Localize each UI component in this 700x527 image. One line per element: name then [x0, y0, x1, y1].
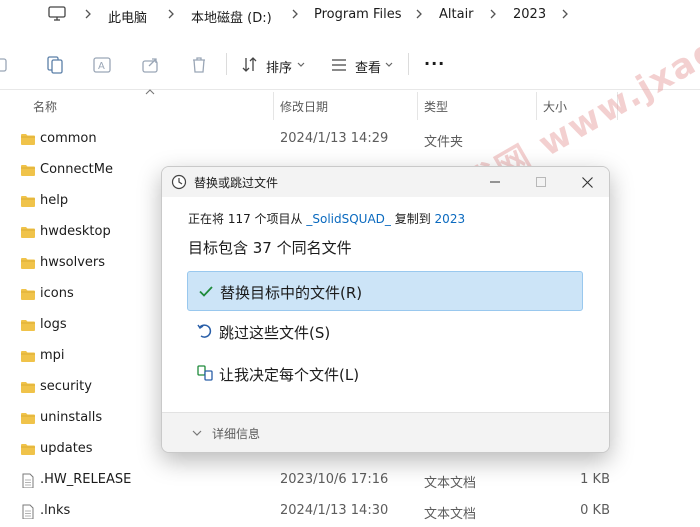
folder-icon	[21, 134, 35, 145]
breadcrumb-program-files[interactable]: Program Files	[314, 7, 402, 22]
file-name: security	[40, 379, 92, 394]
decide-icon	[197, 365, 213, 381]
folder-icon	[21, 165, 35, 176]
file-name: uninstalls	[40, 410, 103, 425]
this-pc-icon[interactable]	[48, 6, 66, 21]
file-name: help	[40, 193, 69, 208]
sort-ascending-icon	[145, 89, 155, 95]
skip-files-option[interactable]: 跳过这些文件(S)	[187, 312, 583, 352]
source-folder-link[interactable]: _SolidSQUAD_	[306, 212, 391, 226]
dialog-footer: 详细信息	[162, 412, 609, 452]
more-details-toggle[interactable]: 详细信息	[212, 425, 260, 442]
cut-icon[interactable]	[0, 55, 20, 75]
folder-icon	[21, 289, 35, 300]
file-name: ConnectMe	[40, 162, 113, 177]
check-icon	[199, 286, 213, 297]
column-header-type[interactable]: 类型	[424, 92, 448, 120]
file-name: hwsolvers	[40, 255, 106, 270]
file-name: logs	[40, 317, 67, 332]
folder-icon	[21, 320, 35, 331]
dialog-title: 替换或跳过文件	[194, 176, 279, 190]
file-type: 文件夹	[424, 135, 464, 150]
skip-files-label: 跳过这些文件(S)	[219, 324, 331, 342]
conflict-summary: 目标包含 37 个同名文件	[188, 239, 352, 257]
folder-icon	[21, 258, 35, 269]
file-name: updates	[40, 441, 93, 456]
text-file-icon	[22, 473, 34, 488]
file-row[interactable]: .HW_RELEASE 2023/10/6 17:16 文本文档 1 KB	[0, 465, 700, 496]
folder-row[interactable]: common 2024/1/13 14:29 文件夹	[0, 124, 700, 155]
share-icon[interactable]	[141, 55, 161, 75]
chevron-down-icon[interactable]	[384, 60, 394, 70]
folder-icon	[21, 351, 35, 362]
file-name: hwdesktop	[40, 224, 111, 239]
copy-status-prefix: 正在将 117 个项目从	[188, 212, 307, 226]
destination-folder-link[interactable]: 2023	[435, 212, 466, 226]
breadcrumb-altair[interactable]: Altair	[439, 7, 474, 22]
svg-text:A: A	[98, 61, 105, 72]
minimize-button[interactable]	[472, 167, 518, 197]
sort-icon[interactable]	[240, 55, 260, 75]
column-header-name[interactable]: 名称	[33, 92, 57, 120]
decide-each-file-label: 让我决定每个文件(L)	[219, 366, 360, 384]
file-name: icons	[40, 286, 74, 301]
chevron-right-icon[interactable]	[488, 8, 498, 20]
file-name: .lnks	[40, 503, 71, 518]
file-date: 2024/1/13 14:29	[280, 131, 389, 146]
chevron-right-icon[interactable]	[83, 8, 93, 20]
chevron-right-icon[interactable]	[290, 8, 300, 20]
text-file-icon	[22, 504, 34, 519]
folder-icon	[21, 227, 35, 238]
breadcrumb-2023[interactable]: 2023	[513, 7, 546, 22]
dialog-body: 正在将 117 个项目从 _SolidSQUAD_ 复制到 2023 目标包含 …	[162, 197, 609, 412]
view-icon[interactable]	[329, 55, 349, 75]
replace-or-skip-dialog: 替换或跳过文件 正在将 117 个项目从 _SolidSQUAD_ 复制到 20…	[161, 166, 610, 453]
chevron-right-icon[interactable]	[166, 8, 176, 20]
close-icon	[582, 177, 593, 188]
sort-button[interactable]: 排序	[266, 57, 292, 76]
close-button[interactable]	[564, 167, 609, 197]
folder-icon	[21, 382, 35, 393]
view-button[interactable]: 查看	[355, 57, 381, 76]
file-row[interactable]: .lnks 2024/1/13 14:30 文本文档 0 KB	[0, 496, 700, 527]
rename-icon[interactable]: A	[92, 55, 112, 75]
skip-icon	[197, 324, 212, 338]
breadcrumb-this-pc[interactable]: 此电脑	[108, 7, 147, 26]
address-bar[interactable]: 此电脑 本地磁盘 (D:) Program Files Altair 2023	[0, 0, 700, 30]
breadcrumb-drive-d[interactable]: 本地磁盘 (D:)	[191, 7, 272, 26]
file-date: 2023/10/6 17:16	[280, 472, 389, 487]
maximize-button[interactable]	[518, 167, 564, 197]
maximize-icon	[536, 177, 546, 187]
replace-files-option[interactable]: 替换目标中的文件(R)	[187, 271, 583, 311]
folder-icon	[21, 196, 35, 207]
copy-status-middle: 复制到	[390, 212, 435, 226]
file-type: 文本文档	[424, 507, 477, 522]
file-size: 0 KB	[580, 503, 610, 518]
more-options-button[interactable]: ···	[424, 54, 445, 73]
chevron-down-icon[interactable]	[296, 60, 306, 70]
file-name: mpi	[40, 348, 65, 363]
decide-each-file-option[interactable]: 让我决定每个文件(L)	[187, 354, 583, 394]
folder-icon	[21, 413, 35, 424]
replace-files-label: 替换目标中的文件(R)	[220, 284, 363, 302]
delete-icon[interactable]	[189, 55, 209, 75]
chevron-down-icon[interactable]	[192, 429, 202, 437]
file-size: 1 KB	[580, 472, 610, 487]
folder-icon	[21, 444, 35, 455]
file-date: 2024/1/13 14:30	[280, 503, 389, 518]
clock-icon	[171, 174, 187, 190]
column-header-date[interactable]: 修改日期	[280, 92, 328, 120]
file-name: .HW_RELEASE	[40, 472, 132, 487]
column-header-size[interactable]: 大小	[543, 92, 567, 120]
dialog-titlebar[interactable]: 替换或跳过文件	[162, 167, 609, 197]
minimize-icon	[490, 181, 500, 183]
copy-status-text: 正在将 117 个项目从 _SolidSQUAD_ 复制到 2023	[188, 210, 465, 227]
copy-icon[interactable]	[45, 55, 65, 75]
file-name: common	[40, 131, 97, 146]
command-bar: A 排序 查看 ···	[0, 38, 700, 90]
chevron-right-icon[interactable]	[560, 8, 570, 20]
file-type: 文本文档	[424, 476, 477, 491]
chevron-right-icon[interactable]	[414, 8, 424, 20]
